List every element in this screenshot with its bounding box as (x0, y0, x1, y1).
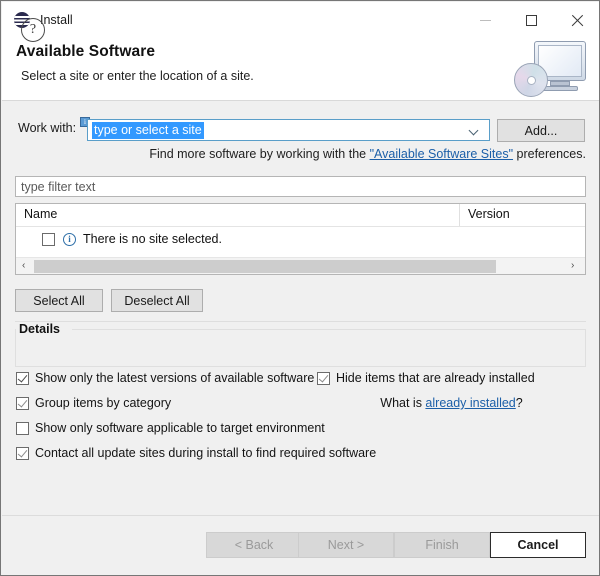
close-button[interactable] (554, 2, 600, 38)
checkbox[interactable] (16, 422, 29, 435)
monitor-with-cd-icon (512, 39, 590, 99)
info-circle-icon: i (63, 233, 76, 246)
close-icon (571, 14, 584, 27)
cancel-button[interactable]: Cancel (490, 532, 586, 558)
back-button[interactable]: < Back (206, 532, 302, 558)
deselect-all-button[interactable]: Deselect All (111, 289, 203, 312)
filter-placeholder: type filter text (21, 180, 95, 194)
help-button[interactable]: ? (21, 18, 45, 42)
find-more-text: Find more software by working with the "… (2, 147, 586, 161)
work-with-input[interactable]: type or select a site (92, 122, 204, 139)
option-applicable-to-target[interactable]: Show only software applicable to target … (16, 421, 325, 435)
checkbox[interactable] (16, 397, 29, 410)
table-horizontal-scrollbar[interactable]: ‹ › (16, 257, 585, 274)
work-with-label: Work with: (18, 121, 76, 135)
page-subtitle: Select a site or enter the location of a… (21, 69, 254, 83)
checkbox[interactable] (317, 372, 330, 385)
option-hide-installed[interactable]: Hide items that are already installed (317, 371, 535, 385)
title-bar: Install (2, 2, 600, 38)
header-banner: Available Software Select a site or ente… (2, 38, 600, 101)
option-show-latest-versions[interactable]: Show only the latest versions of availab… (16, 371, 314, 385)
option-label: Hide items that are already installed (336, 371, 535, 385)
scroll-left-icon[interactable]: ‹ (22, 262, 30, 270)
option-contact-all-update-sites[interactable]: Contact all update sites during install … (16, 446, 376, 460)
page-title: Available Software (16, 43, 155, 61)
add-site-button[interactable]: Add... (497, 119, 585, 142)
scroll-right-icon[interactable]: › (571, 262, 579, 270)
already-installed-link[interactable]: already installed (425, 396, 515, 410)
filter-text-input[interactable]: type filter text (15, 176, 586, 197)
next-button[interactable]: Next > (298, 532, 394, 558)
finish-button[interactable]: Finish (394, 532, 490, 558)
chevron-down-icon[interactable] (470, 126, 479, 135)
work-with-row: Work with: i type or select a site Add..… (2, 117, 600, 141)
minimize-icon (480, 20, 491, 21)
option-label: Show only the latest versions of availab… (35, 371, 314, 385)
select-all-button[interactable]: Select All (15, 289, 103, 312)
option-label: Show only software applicable to target … (35, 421, 325, 435)
column-header-name[interactable]: Name (24, 207, 57, 221)
checkbox[interactable] (16, 447, 29, 460)
find-more-suffix: preferences. (513, 147, 586, 161)
install-dialog: Install Available Software Select a site… (0, 0, 600, 576)
already-installed-prefix: What is (380, 396, 425, 410)
row-checkbox[interactable] (42, 233, 55, 246)
row-label: There is no site selected. (83, 232, 222, 246)
scrollbar-thumb[interactable] (34, 260, 496, 273)
table-header: Name Version (16, 204, 585, 227)
option-group-by-category[interactable]: Group items by category (16, 396, 171, 410)
column-header-version[interactable]: Version (468, 207, 510, 221)
option-label: Contact all update sites during install … (35, 446, 376, 460)
maximize-button[interactable] (508, 2, 554, 38)
minimize-button[interactable] (462, 2, 508, 38)
table-row[interactable]: i There is no site selected. (16, 227, 585, 251)
work-with-combo[interactable]: type or select a site (87, 119, 490, 141)
available-software-sites-link[interactable]: "Available Software Sites" (370, 147, 513, 161)
already-installed-suffix: ? (516, 396, 523, 410)
find-more-prefix: Find more software by working with the (149, 147, 369, 161)
divider (15, 321, 586, 322)
dialog-body: Work with: i type or select a site Add..… (2, 101, 600, 515)
window-title: Install (40, 13, 73, 27)
software-table[interactable]: Name Version i There is no site selected… (15, 203, 586, 275)
details-group: ▴ ▾ (15, 329, 586, 367)
window-controls (462, 2, 600, 38)
already-installed-text: What is already installed? (317, 396, 586, 410)
maximize-icon (526, 15, 537, 26)
option-label: Group items by category (35, 396, 171, 410)
checkbox[interactable] (16, 372, 29, 385)
